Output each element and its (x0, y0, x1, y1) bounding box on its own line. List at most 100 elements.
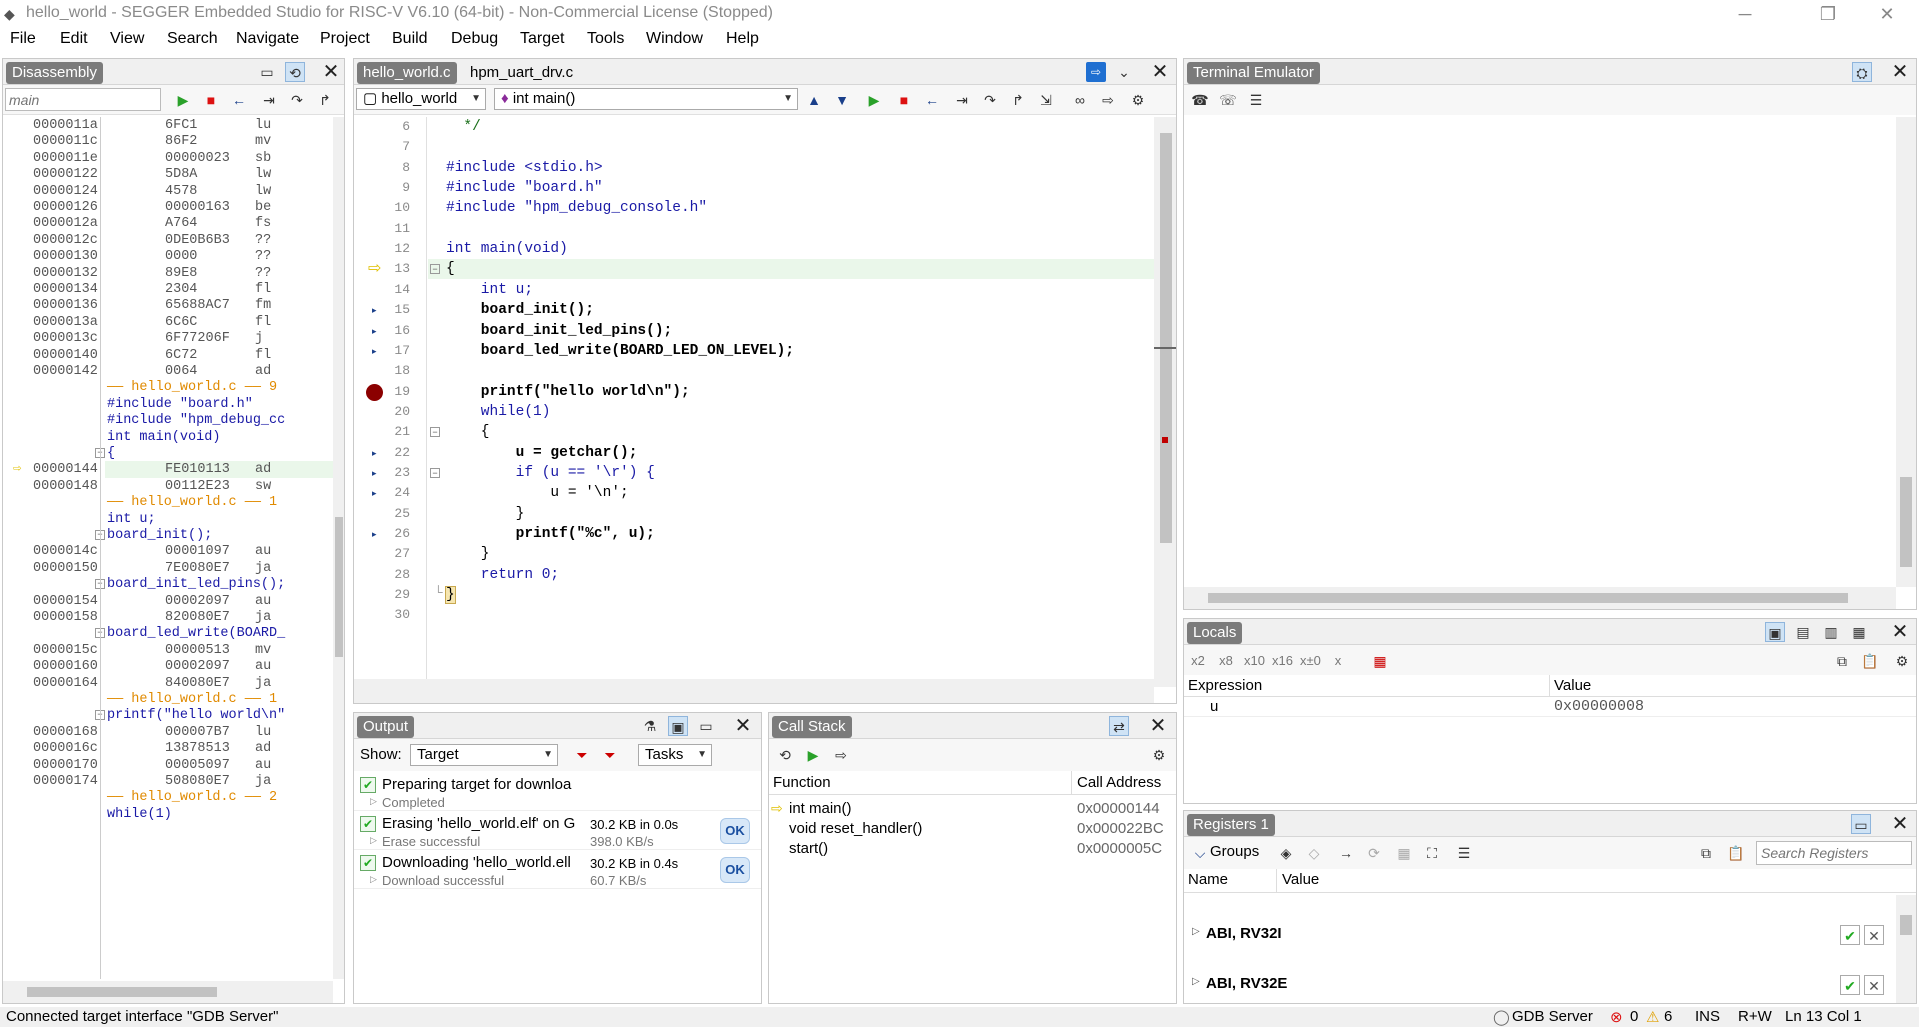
registers-icon[interactable]: ▦ (1849, 622, 1869, 642)
grid-icon[interactable]: ▦ (1394, 843, 1414, 863)
callstack-row[interactable]: void reset_handler() 0x000022BC (769, 819, 1176, 839)
close-registers-button[interactable]: ✕ (1888, 811, 1912, 837)
disassembly-row[interactable]: 00000148 00112E23 sw (3, 478, 333, 495)
ok-button[interactable]: OK (720, 818, 750, 844)
disassembly-row[interactable]: #include "hpm_debug_cc (3, 412, 333, 429)
disassembly-row[interactable]: —— hello_world.c —— 1 (3, 494, 333, 511)
properties-icon[interactable]: ☰ (1454, 843, 1474, 863)
grid-icon[interactable]: ▦ (1370, 651, 1390, 671)
disassembly-row[interactable]: int u; (3, 511, 333, 528)
disassembly-row[interactable]: 00000158 820080E7 ja (3, 609, 333, 626)
editor-vscrollbar[interactable] (1154, 117, 1176, 687)
run-to-cursor-icon[interactable]: ⇲ (1036, 90, 1056, 110)
step-out-icon[interactable]: ↱ (1008, 90, 1028, 110)
disassembly-row[interactable]: 0000011e 00000023 sb (3, 150, 333, 167)
run-icon[interactable]: ▶ (803, 745, 823, 765)
fold-icon[interactable]: − (430, 467, 440, 478)
disassembly-row[interactable]: 0000014c 00001097 au (3, 543, 333, 560)
disassembly-row[interactable]: 0000011a 6FC1 lu (3, 117, 333, 134)
register-group-row[interactable]: ▷ ABI, RV32I ✔ ✕ (1184, 923, 1896, 947)
copy-icon[interactable]: ⧉ (1832, 651, 1852, 671)
function-combo[interactable]: ♦ int main() ▼ (494, 88, 798, 110)
disassembly-row[interactable]: 00000160 00002097 au (3, 658, 333, 675)
locals-col-expression[interactable]: Expression (1188, 675, 1262, 697)
gear-icon[interactable]: ⚙ (1892, 651, 1912, 671)
disassembly-row[interactable]: 00000122 5D8A lw (3, 166, 333, 183)
register-search-input[interactable] (1756, 841, 1912, 865)
close-terminal-button[interactable]: ✕ (1888, 59, 1912, 85)
menu-help[interactable]: Help (726, 30, 759, 48)
ok-button[interactable]: OK (720, 857, 750, 883)
menu-debug[interactable]: Debug (451, 30, 498, 48)
disassembly-row[interactable]: —— hello_world.c —— 9 (3, 379, 333, 396)
filter-clear-icon[interactable]: ⏷ (600, 745, 620, 765)
menu-tools[interactable]: Tools (587, 30, 624, 48)
groups-label[interactable]: Groups (1210, 843, 1259, 860)
groups-dropdown-icon[interactable]: ⌵ (1190, 843, 1210, 863)
output-item[interactable]: ✔ Preparing target for downloa ▷ Completed (354, 773, 761, 811)
code-area[interactable]: 6 */ 7 8 #include <stdio.h> 9 #include "board… (354, 117, 1154, 679)
group-remove-icon[interactable]: ✕ (1864, 925, 1884, 945)
filter-icon[interactable]: ⏷ (572, 745, 592, 765)
menu-file[interactable]: File (10, 30, 36, 48)
disassembly-row[interactable]: 00000150 7E0080E7 ja (3, 560, 333, 577)
callstack-col-address[interactable]: Call Address (1077, 772, 1161, 794)
registers-vscrollbar[interactable] (1896, 895, 1916, 1003)
gear-icon[interactable]: ⚙ (1149, 745, 1169, 765)
close-output-button[interactable]: ✕ (731, 713, 755, 739)
paste-icon[interactable]: 📋 (1726, 843, 1746, 863)
pin-icon[interactable]: ⛭ (1852, 62, 1872, 82)
menu-build[interactable]: Build (392, 30, 428, 48)
menu-search[interactable]: Search (167, 30, 218, 48)
disassembly-row[interactable]: −board_led_write(BOARD_ (3, 625, 333, 642)
terminal-vscrollbar[interactable] (1896, 117, 1916, 587)
disassembly-search-input[interactable] (5, 88, 161, 111)
close-disassembly-button[interactable]: ✕ (319, 59, 343, 85)
close-window-button[interactable]: ✕ (1867, 2, 1907, 26)
settings-icon[interactable]: ⚙ (1128, 90, 1148, 110)
paste-icon[interactable]: 📋 (1860, 651, 1880, 671)
copy-icon[interactable]: ⧉ (1696, 843, 1716, 863)
hex16-icon[interactable]: x16 (1272, 651, 1293, 671)
watch-icon[interactable]: ▣ (1765, 622, 1785, 642)
up-icon[interactable]: ▲ (804, 90, 824, 110)
group-remove-icon[interactable]: ✕ (1864, 975, 1884, 995)
menu-view[interactable]: View (110, 30, 144, 48)
tab-hello-world-c[interactable]: hello_world.c (357, 62, 457, 84)
expand-icon[interactable]: ▷ (370, 874, 377, 885)
show-next-icon[interactable]: ⇨ (831, 745, 851, 765)
callstack-row[interactable]: start() 0x0000005C (769, 839, 1176, 859)
disassembly-row[interactable]: 0000015c 00000513 mv (3, 642, 333, 659)
display-icon[interactable]: ◈ (1276, 843, 1296, 863)
step-out-icon[interactable]: ↱ (315, 90, 335, 110)
back-icon[interactable]: ← (922, 90, 942, 110)
properties-icon[interactable]: ☰ (1246, 90, 1266, 110)
menu-edit[interactable]: Edit (60, 30, 88, 48)
minimize-button[interactable]: ─ (1725, 2, 1765, 26)
terminal-hscrollbar[interactable] (1184, 587, 1896, 609)
status-warnings[interactable]: 6 (1664, 1008, 1672, 1025)
close-callstack-button[interactable]: ✕ (1146, 713, 1170, 739)
disassembly-row[interactable]: 0000011c 86F2 mv (3, 133, 333, 150)
disassembly-row[interactable]: 0000012a A764 fs (3, 215, 333, 232)
registers-col-value[interactable]: Value (1282, 869, 1319, 891)
disassembly-row[interactable]: 00000142 0064 ad (3, 363, 333, 380)
down-icon[interactable]: ▼ (832, 90, 852, 110)
menu-navigate[interactable]: Navigate (236, 30, 299, 48)
tab-hpm-uart-drv-c[interactable]: hpm_uart_drv.c (470, 62, 573, 84)
disassembly-row[interactable]: 00000154 00002097 au (3, 593, 333, 610)
disassembly-row[interactable]: 00000130 0000?? (3, 248, 333, 265)
output-item[interactable]: ✔ Erasing 'hello_world.elf' on G ▷ Erase su… (354, 812, 761, 850)
menu-project[interactable]: Project (320, 30, 370, 48)
step-over-icon[interactable]: ↷ (287, 90, 307, 110)
show-next-icon[interactable]: ⇨ (1098, 90, 1118, 110)
step-over-icon[interactable]: ↷ (980, 90, 1000, 110)
disassembly-row[interactable]: 0000013a 6C6C fl (3, 314, 333, 331)
hex2-icon[interactable]: x2 (1188, 651, 1208, 671)
editor-hscrollbar[interactable] (354, 679, 1154, 703)
expand-icon[interactable]: ▷ (370, 835, 377, 846)
connect-icon[interactable]: ☎ (1190, 90, 1210, 110)
arrow-right-icon[interactable]: → (1336, 843, 1356, 863)
disassembly-row[interactable]: −board_init(); (3, 527, 333, 544)
disassembly-row[interactable]: —— hello_world.c —— 1 (3, 691, 333, 708)
